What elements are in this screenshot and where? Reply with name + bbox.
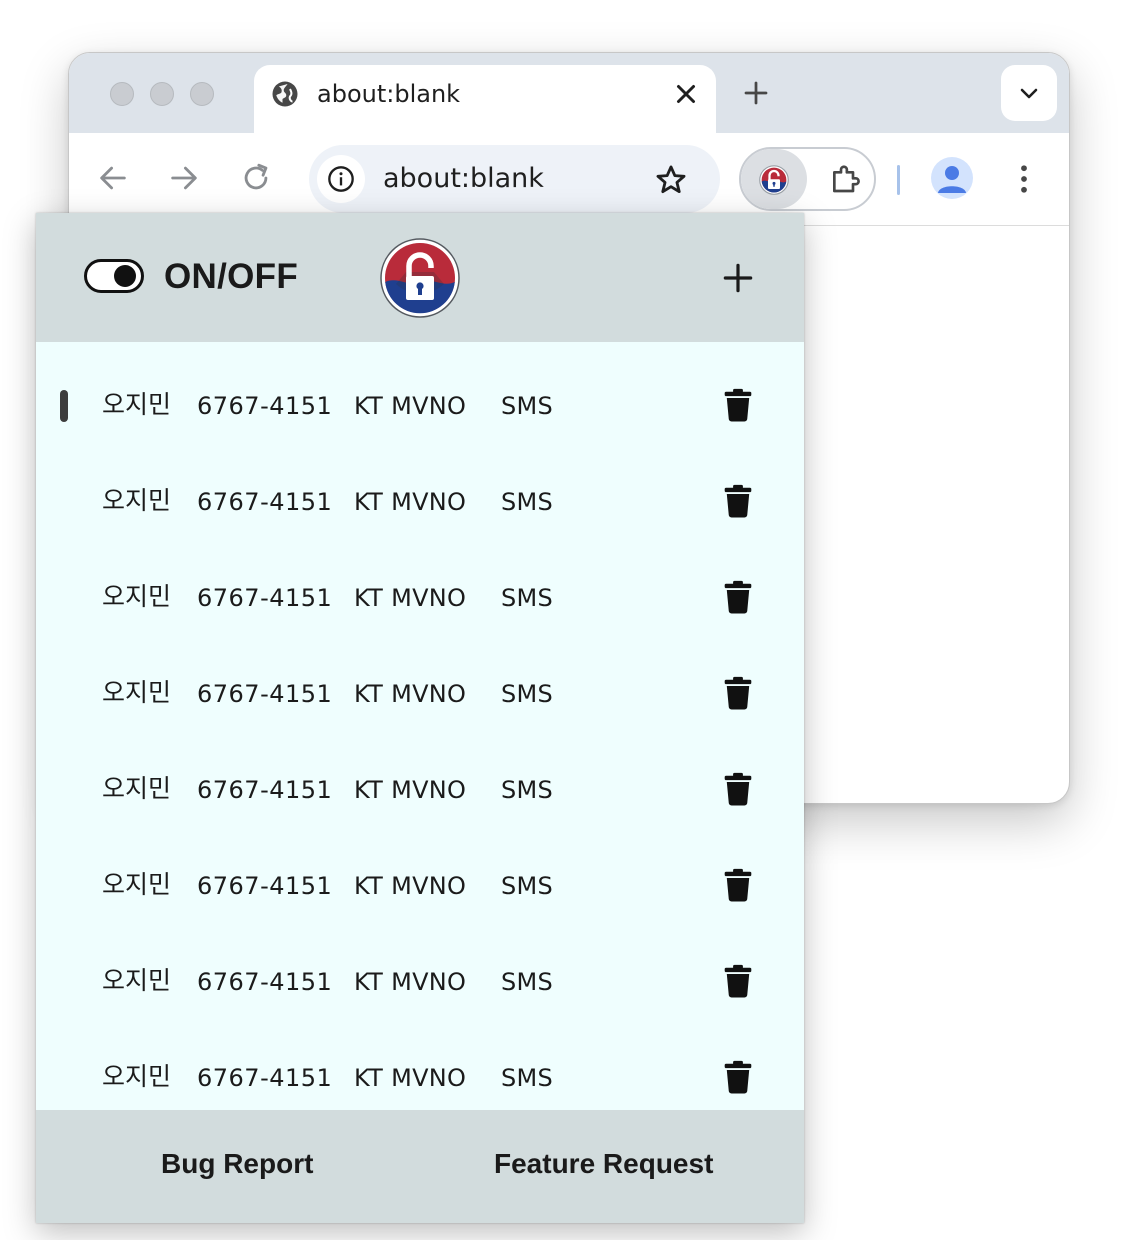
reload-icon[interactable] [239,161,273,195]
globe-icon [272,81,298,107]
message-type: SMS [501,776,554,804]
contact-name: 오지민 [102,486,172,515]
window-minimize-control[interactable] [150,82,174,106]
trash-icon[interactable] [724,676,752,710]
message-type: SMS [501,872,554,900]
phone-number: 6767-4151 [197,968,333,996]
carrier: KT MVNO [354,584,467,612]
message-type: SMS [501,488,554,516]
carrier: KT MVNO [354,1064,467,1092]
carrier: KT MVNO [354,488,467,516]
trash-icon[interactable] [724,964,752,998]
trash-icon[interactable] [724,580,752,614]
tab-about-blank[interactable]: about:blank [254,65,716,135]
carrier: KT MVNO [354,968,467,996]
blocked-numbers-list: 오지민 6767-4151 KT MVNO SMS 오지민 6767-4151 … [36,342,804,1110]
trash-icon[interactable] [724,484,752,518]
app-logo-icon [380,238,460,318]
site-info-button[interactable] [317,155,365,203]
extension-button-active[interactable] [741,149,807,209]
message-type: SMS [501,584,554,612]
phone-number: 6767-4151 [197,392,333,420]
message-type: SMS [501,968,554,996]
extensions-area [739,147,876,211]
more-menu-icon[interactable] [1009,161,1039,197]
window-zoom-control[interactable] [190,82,214,106]
back-arrow-icon[interactable] [96,161,130,195]
carrier: KT MVNO [354,776,467,804]
phone-number: 6767-4151 [197,872,333,900]
carrier: KT MVNO [354,872,467,900]
phone-number: 6767-4151 [197,776,333,804]
list-item: 오지민 6767-4151 KT MVNO SMS [36,760,804,856]
contact-name: 오지민 [102,582,172,611]
message-type: SMS [501,392,554,420]
contact-name: 오지민 [102,774,172,803]
message-type: SMS [501,680,554,708]
list-item: 오지민 6767-4151 KT MVNO SMS [36,952,804,1048]
trash-icon[interactable] [724,772,752,806]
url-text[interactable]: about:blank [383,163,544,195]
tab-strip: about:blank [69,53,1069,135]
toggle-knob [114,265,136,287]
list-item: 오지민 6767-4151 KT MVNO SMS [36,856,804,952]
popup-header: ON/OFF [36,213,804,342]
carrier: KT MVNO [354,392,467,420]
extensions-puzzle-icon[interactable] [829,163,861,195]
new-tab-plus-icon[interactable] [741,78,771,108]
toolbar-divider [897,165,900,195]
message-type: SMS [501,1064,554,1092]
contact-name: 오지민 [102,870,172,899]
list-item: 오지민 6767-4151 KT MVNO SMS [36,472,804,568]
close-icon[interactable] [671,79,701,109]
list-item: 오지민 6767-4151 KT MVNO SMS [36,568,804,664]
phone-number: 6767-4151 [197,488,333,516]
list-item: 오지민 6767-4151 KT MVNO SMS [36,664,804,760]
trash-icon[interactable] [724,868,752,902]
address-bar[interactable]: about:blank [309,145,720,213]
list-item: 오지민 6767-4151 KT MVNO SMS [36,376,804,472]
person-icon [938,166,966,193]
bookmark-star-icon[interactable] [654,163,688,197]
tab-search-button[interactable] [1001,65,1057,121]
tab-title: about:blank [317,80,461,108]
phone-number: 6767-4151 [197,680,333,708]
extension-popup: ON/OFF 오지민 6767-4151 KT MVNO SMS 오지민 676… [36,213,804,1223]
forward-arrow-icon[interactable] [167,161,201,195]
add-plus-icon[interactable] [722,262,754,294]
feature-request-link[interactable]: Feature Request [494,1147,713,1181]
chevron-down-icon [1020,88,1038,99]
contact-name: 오지민 [102,1062,172,1091]
phone-number: 6767-4151 [197,1064,333,1092]
toggle-label: ON/OFF [164,257,299,296]
profile-avatar[interactable] [931,157,973,199]
window-close-control[interactable] [110,82,134,106]
app-logo-icon [759,165,789,195]
carrier: KT MVNO [354,680,467,708]
contact-name: 오지민 [102,966,172,995]
list-item: 오지민 6767-4151 KT MVNO SMS [36,1048,804,1110]
trash-icon[interactable] [724,388,752,422]
popup-footer: Bug Report Feature Request [36,1110,804,1223]
contact-name: 오지민 [102,678,172,707]
bug-report-link[interactable]: Bug Report [161,1147,313,1181]
contact-name: 오지민 [102,390,172,419]
phone-number: 6767-4151 [197,584,333,612]
info-icon [328,166,354,192]
trash-icon[interactable] [724,1060,752,1094]
on-off-toggle[interactable] [84,259,144,293]
